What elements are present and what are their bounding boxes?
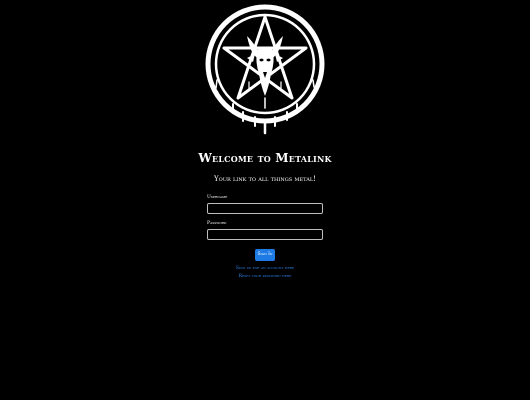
page-title: Welcome to Metalink [198, 151, 332, 165]
signup-link[interactable]: Sign up for an account here [0, 266, 530, 271]
login-form: Username Password [207, 194, 323, 246]
page-tagline: Your link to all things metal! [214, 175, 316, 183]
username-input[interactable] [207, 203, 323, 214]
username-label: Username [207, 195, 228, 200]
pentagram-goat-icon [205, 4, 325, 135]
login-page: Welcome to Metalink Your link to all thi… [0, 0, 530, 400]
password-label: Password [207, 221, 227, 226]
password-input[interactable] [207, 229, 323, 240]
reset-password-link[interactable]: Reset your password here [0, 274, 530, 279]
sign-in-button[interactable]: Sign In [255, 249, 275, 261]
